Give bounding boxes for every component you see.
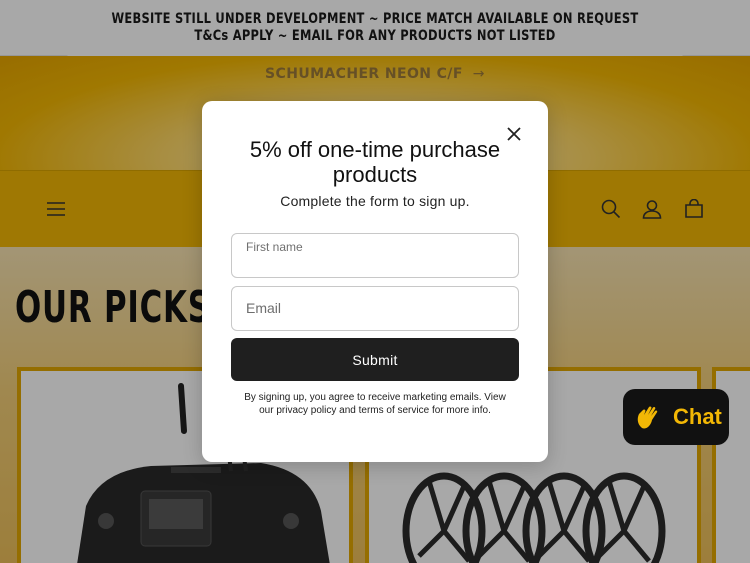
chat-button[interactable]: Chat: [623, 389, 729, 445]
modal-title: 5% off one-time purchase products: [249, 137, 501, 187]
legal-text: By signing up, you agree to receive mark…: [244, 392, 506, 416]
email-placeholder: Email: [246, 300, 282, 316]
submit-button[interactable]: Submit: [231, 338, 519, 381]
chat-label: Chat: [673, 404, 722, 429]
first-name-label: First name: [246, 240, 303, 254]
wave-hand-icon: [637, 406, 658, 429]
email-field[interactable]: Email: [231, 286, 519, 331]
modal-subtitle: Complete the form to sign up.: [280, 193, 470, 209]
first-name-input[interactable]: [245, 257, 510, 273]
signup-modal: 5% off one-time purchase products Comple…: [202, 101, 548, 462]
first-name-field[interactable]: First name: [231, 233, 519, 278]
